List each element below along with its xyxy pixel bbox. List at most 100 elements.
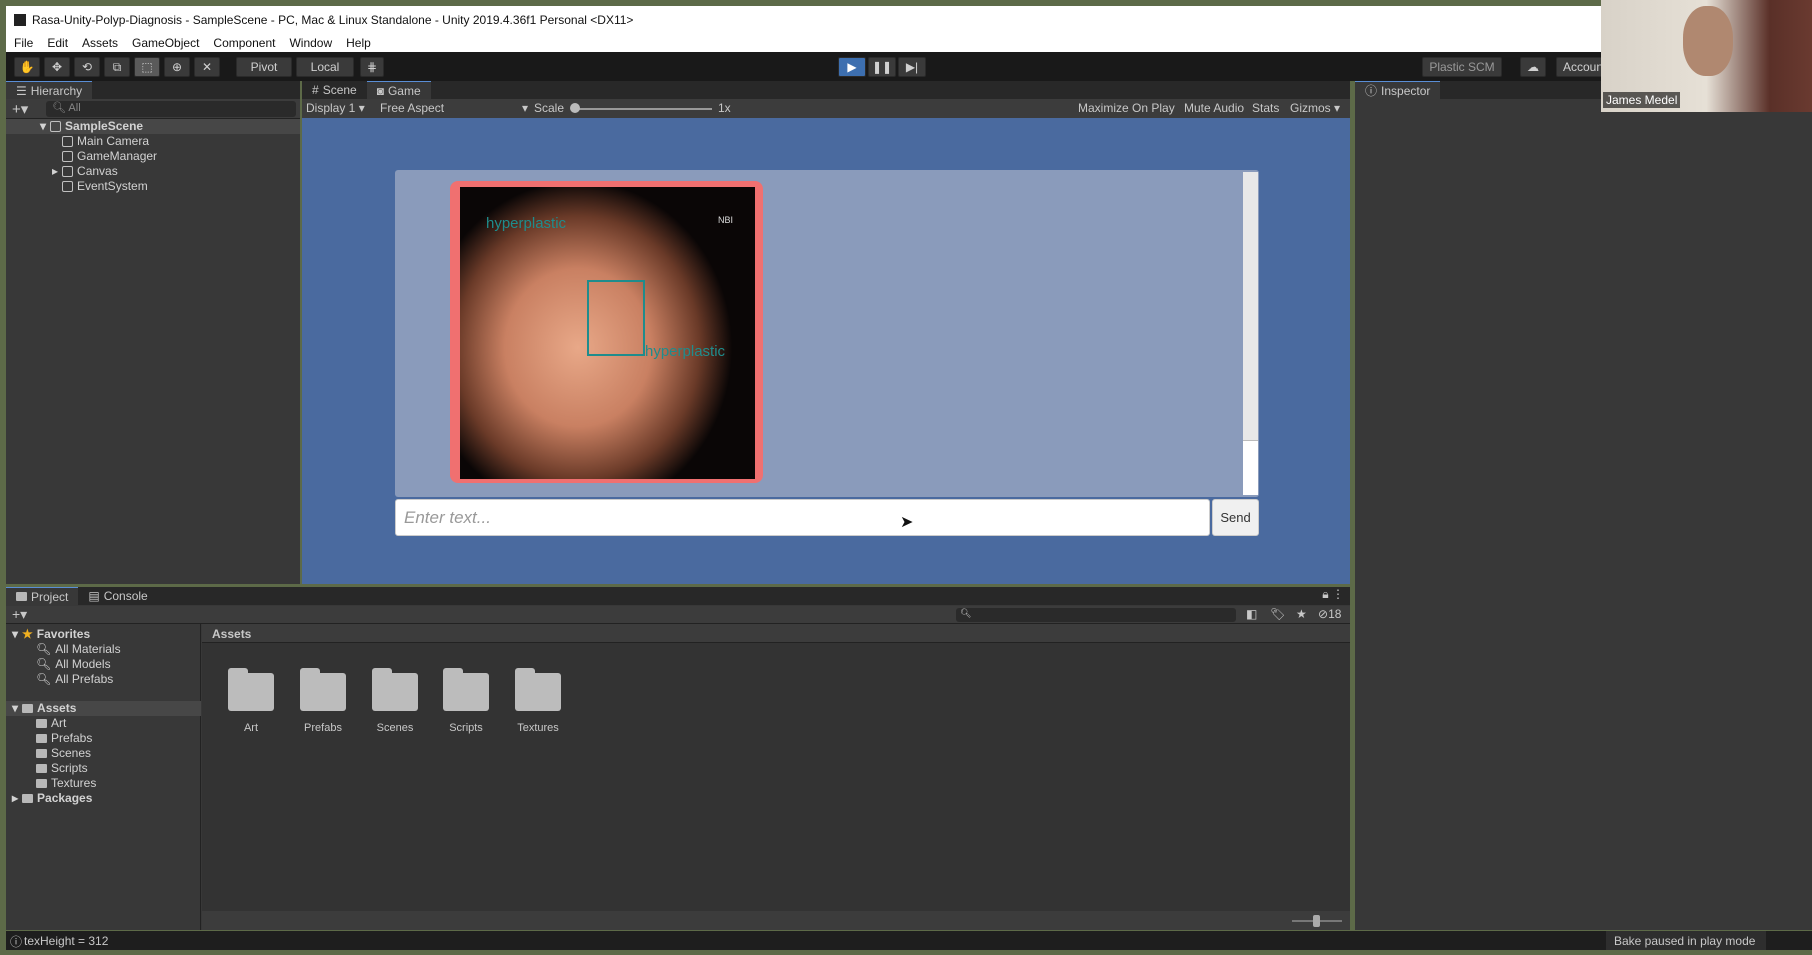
scale-slider-handle[interactable] <box>570 103 580 113</box>
menu-file[interactable]: File <box>14 36 33 50</box>
hierarchy-tab-label: Hierarchy <box>30 83 83 98</box>
folder-label[interactable]: Prefabs <box>288 722 358 734</box>
hierarchy-item[interactable]: GameManager <box>62 149 157 163</box>
filter-type-icon[interactable]: ◧ <box>1246 607 1257 621</box>
account-label: Accoun <box>1563 60 1604 74</box>
tab-project[interactable]: Project <box>6 587 79 605</box>
favorites-label: Favorites <box>36 627 91 641</box>
scale-label: Scale <box>534 101 565 115</box>
move-tool-icon[interactable]: ✥ <box>44 57 70 77</box>
assets-node[interactable]: ▾ Assets <box>12 701 76 715</box>
cloud-icon[interactable]: ☁ <box>1520 57 1546 77</box>
project-panel: Project ▤ Console 🔒︎ ⋮ +▾ 🔍︎ ◧ 🏷︎ ★ ⊘18 … <box>6 587 1350 930</box>
add-icon[interactable]: +▾ <box>12 606 27 623</box>
favorites-node[interactable]: ▾ ★ Favorites <box>12 627 90 641</box>
scrollbar-thumb[interactable] <box>1243 440 1258 495</box>
local-button[interactable]: Local <box>296 57 354 77</box>
maximize-on-play-button[interactable]: Maximize On Play <box>1078 101 1175 115</box>
tab-scene[interactable]: # Scene <box>302 81 367 99</box>
mute-audio-button[interactable]: Mute Audio <box>1184 101 1244 115</box>
menu-window[interactable]: Window <box>289 36 332 50</box>
folder-label[interactable]: Art <box>216 722 286 734</box>
hierarchy-item[interactable]: Main Camera <box>62 134 149 148</box>
asset-folder-item[interactable]: Art <box>36 716 66 730</box>
folder-label[interactable]: Scenes <box>360 722 430 734</box>
plastic-scm-button[interactable]: Plastic SCM <box>1422 57 1502 77</box>
scene-root[interactable]: ▾ SampleScene <box>40 119 143 133</box>
icon-size-slider-handle[interactable] <box>1313 915 1320 927</box>
webcam-feed: James Medel <box>1601 0 1812 112</box>
status-message[interactable]: texHeight = 312 <box>24 934 108 948</box>
pause-button[interactable]: ❚❚ <box>868 57 896 77</box>
hierarchy-search-input[interactable]: 🔍︎ All <box>46 101 296 117</box>
folder-icon[interactable] <box>228 668 274 711</box>
asset-folder-item[interactable]: Scripts <box>36 761 88 775</box>
add-icon[interactable]: +▾ <box>12 100 28 118</box>
asset-folder-item[interactable]: Textures <box>36 776 96 790</box>
folder-icon[interactable] <box>443 668 489 711</box>
menu-edit[interactable]: Edit <box>47 36 68 50</box>
label-icon[interactable]: 🏷︎ <box>1270 607 1285 621</box>
gameobject-icon <box>62 135 73 147</box>
hidden-packages-toggle[interactable]: ⊘18 <box>1318 607 1341 621</box>
rect-tool-icon[interactable]: ⬚ <box>134 57 160 77</box>
scale-value: 1x <box>718 101 731 115</box>
aspect-dropdown[interactable]: Free Aspect ▾ <box>380 101 528 115</box>
item-label: Scripts <box>51 761 88 775</box>
window-title: Rasa-Unity-Polyp-Diagnosis - SampleScene… <box>32 12 634 27</box>
folder-icon[interactable] <box>372 668 418 711</box>
stats-button[interactable]: Stats <box>1252 101 1279 115</box>
tab-hierarchy[interactable]: ☰ Hierarchy <box>6 81 93 99</box>
tab-game[interactable]: ◙ Game <box>366 81 431 99</box>
folder-open-icon <box>22 703 34 713</box>
scale-tool-icon[interactable]: ⧉ <box>104 57 130 77</box>
menu-help[interactable]: Help <box>346 36 371 50</box>
detection-box <box>587 280 645 356</box>
send-button[interactable]: Send <box>1212 499 1259 536</box>
webcam-name: James Medel <box>1603 92 1681 108</box>
scale-slider[interactable] <box>572 108 712 110</box>
folder-icon[interactable] <box>300 668 346 711</box>
polyp-image: hyperplastic NBI hyperplastic <box>460 187 755 479</box>
hierarchy-item[interactable]: EventSystem <box>62 179 148 193</box>
display-dropdown[interactable]: Display 1 ▾ <box>306 101 365 115</box>
asset-folder-item[interactable]: Prefabs <box>36 731 92 745</box>
folder-icon[interactable] <box>515 668 561 711</box>
hierarchy-item[interactable]: ▸ Canvas <box>52 164 118 178</box>
favorite-item[interactable]: 🔍︎ All Models <box>36 657 111 671</box>
packages-node[interactable]: ▸ Packages <box>12 791 92 805</box>
breadcrumb: Assets <box>202 624 1350 643</box>
custom-tool-icon[interactable]: ✕ <box>194 57 220 77</box>
chat-input[interactable]: Enter text... <box>395 499 1210 536</box>
detection-label: hyperplastic <box>486 215 567 232</box>
menu-assets[interactable]: Assets <box>82 36 118 50</box>
lock-icon[interactable]: 🔒︎ ⋮ <box>1322 587 1350 605</box>
favorite-item[interactable]: 🔍︎ All Materials <box>36 642 121 656</box>
star-icon[interactable]: ★ <box>1296 607 1307 621</box>
scrollbar[interactable] <box>1243 172 1258 495</box>
favorite-item[interactable]: 🔍︎ All Prefabs <box>36 672 113 686</box>
step-button[interactable]: ▶| <box>898 57 926 77</box>
hand-tool-icon[interactable]: ✋ <box>14 57 40 77</box>
assets-label: Assets <box>37 701 77 715</box>
rotate-tool-icon[interactable]: ⟲ <box>74 57 100 77</box>
play-button[interactable]: ▶ <box>838 57 866 77</box>
gizmos-button[interactable]: Gizmos ▾ <box>1290 101 1340 115</box>
pivot-button[interactable]: Pivot <box>236 57 292 77</box>
asset-folder-item[interactable]: Scenes <box>36 746 91 760</box>
tab-inspector[interactable]: ⓘ Inspector <box>1355 81 1441 99</box>
folder-label[interactable]: Textures <box>503 722 573 734</box>
project-search-input[interactable]: 🔍︎ <box>956 608 1236 622</box>
breadcrumb-assets[interactable]: Assets <box>212 627 251 641</box>
folder-icon <box>36 778 47 788</box>
menu-component[interactable]: Component <box>213 36 275 50</box>
transform-tool-icon[interactable]: ⊕ <box>164 57 190 77</box>
menu-bar: File Edit Assets GameObject Component Wi… <box>6 33 1601 52</box>
grid-snap-icon[interactable]: ⋕ <box>360 57 384 77</box>
status-bar: ⓘ texHeight = 312 Bake paused in play mo… <box>6 931 1812 950</box>
menu-gameobject[interactable]: GameObject <box>132 36 199 50</box>
tab-label: Scene <box>322 83 357 97</box>
folder-label[interactable]: Scripts <box>431 722 501 734</box>
tab-console[interactable]: ▤ Console <box>78 587 157 605</box>
gizmos-label: Gizmos <box>1290 101 1331 115</box>
